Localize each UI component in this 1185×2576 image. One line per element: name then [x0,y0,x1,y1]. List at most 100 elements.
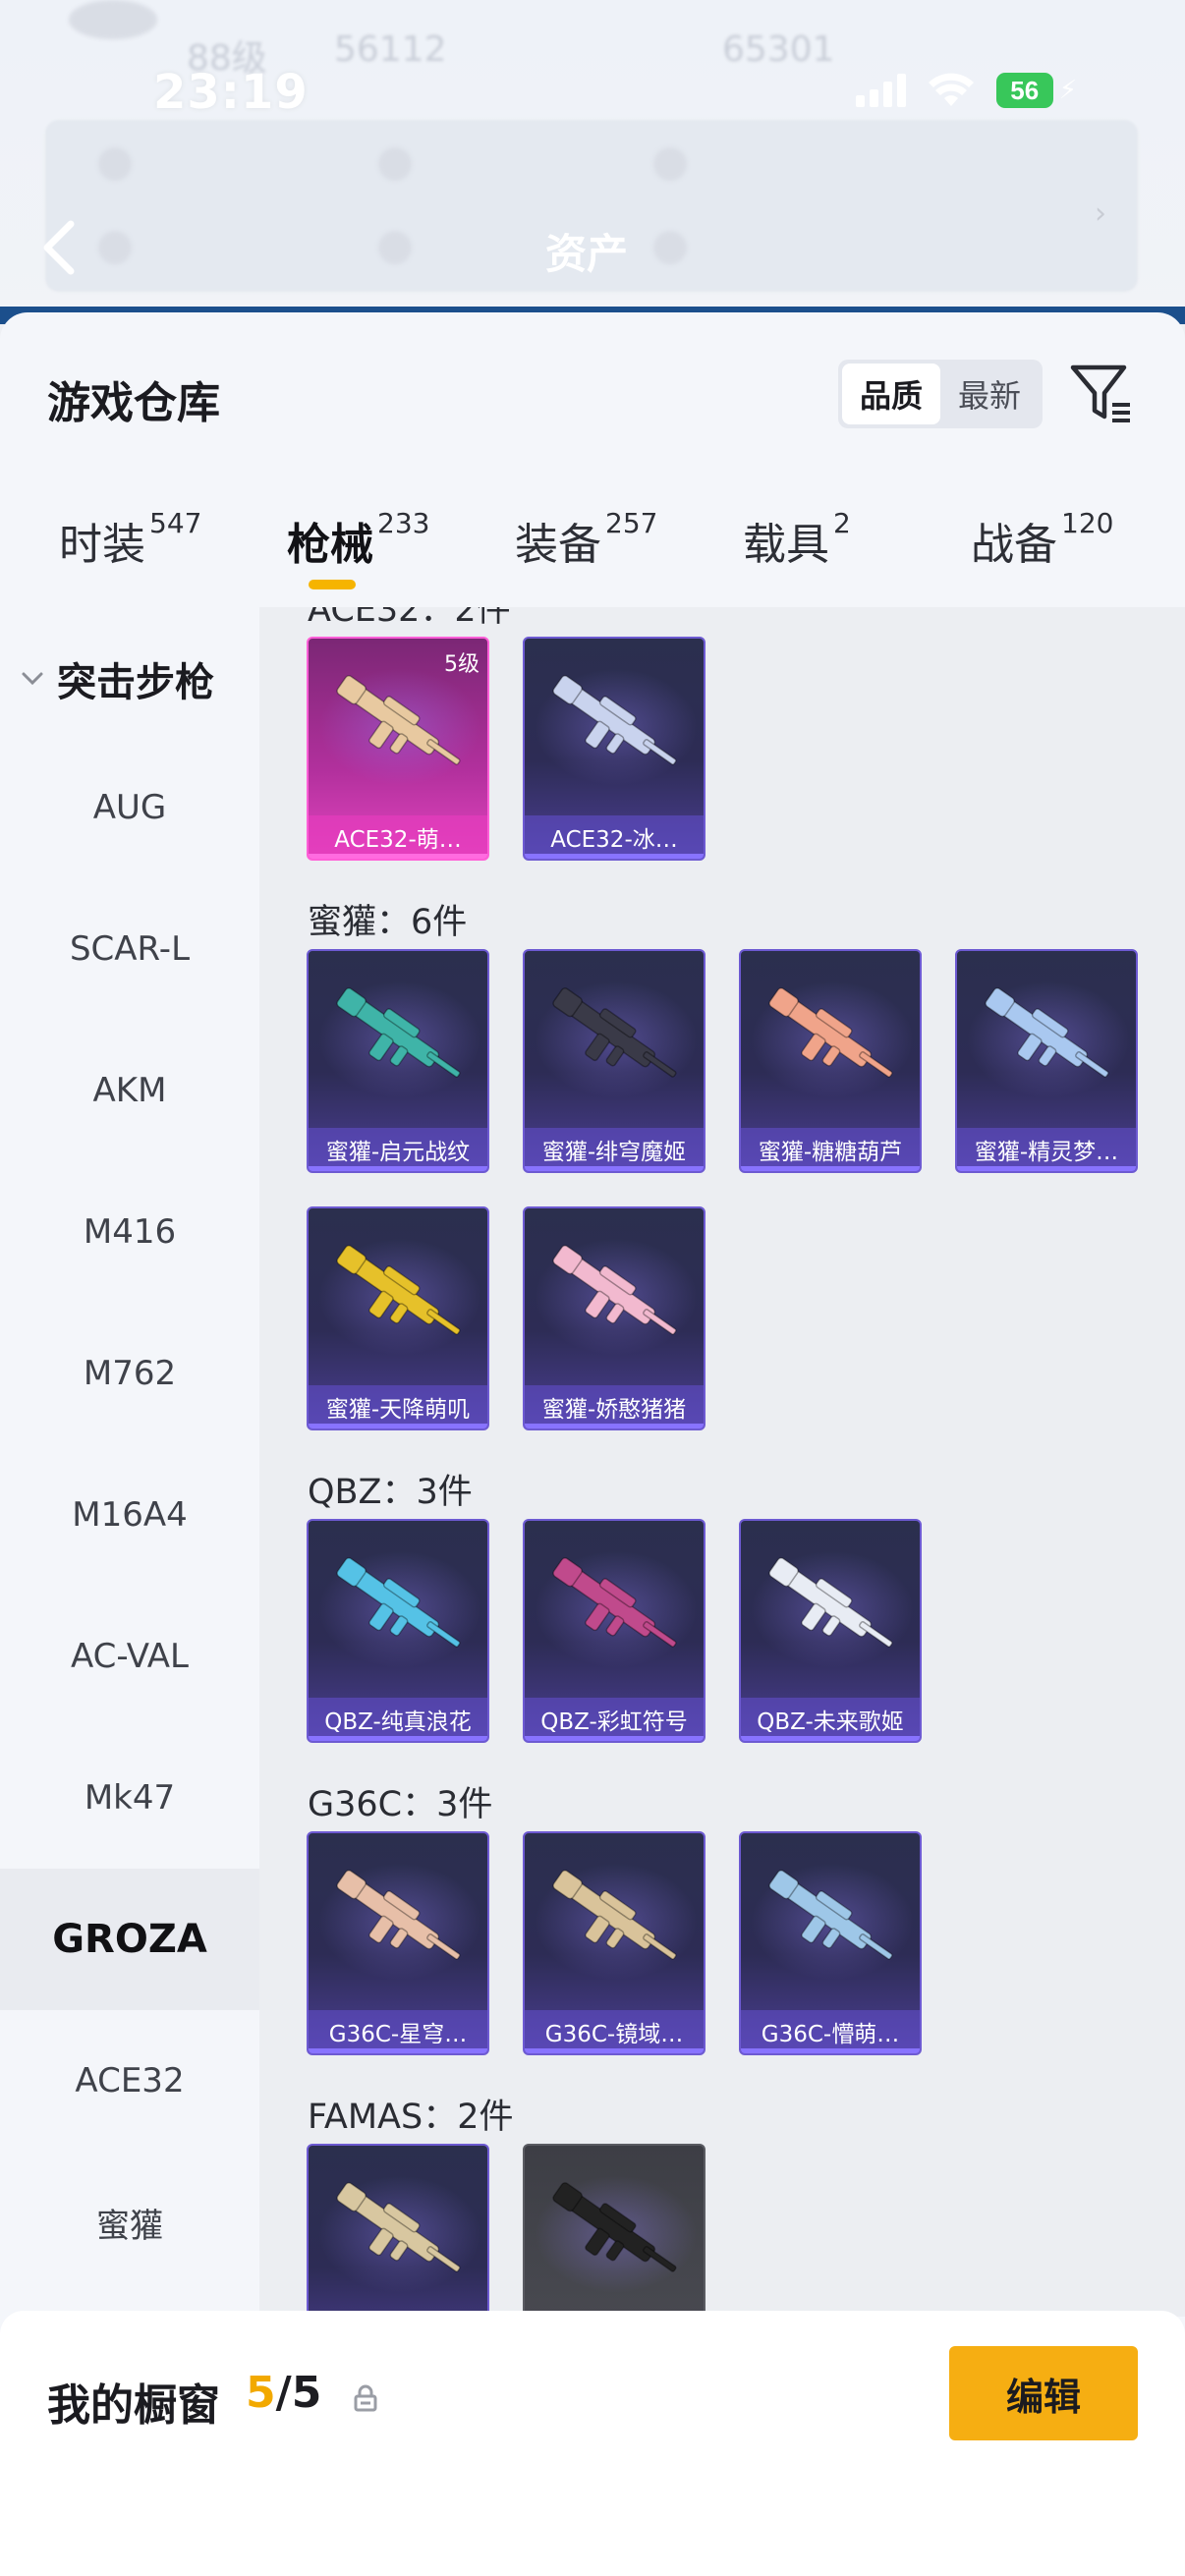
rifle-skin-icon [768,987,893,1078]
chevron-down-icon [22,672,43,686]
charging-bolt-icon: ⚡ [1058,76,1077,105]
filter-icon[interactable] [1069,362,1134,426]
sidebar-group-label: 突击步枪 [57,660,214,705]
rifle-skin-icon [768,1557,893,1648]
sidebar-group-assault-rifles[interactable]: 突击步枪 [20,650,214,707]
bg-coins-text: 56112 [334,29,447,70]
skin-name: G36C-星穹… [309,2010,487,2053]
tab-label: 载具 [743,520,829,570]
sort-quality-button[interactable]: 品质 [842,364,940,424]
showcase-bar: 我的橱窗 5/5 编辑 [0,2311,1185,2576]
weapon-skin-card[interactable]: 蜜獾-精灵梦… [955,949,1138,1173]
skin-name: 蜜獾-启元战纹 [309,1128,487,1171]
weapon-skin-card[interactable]: QBZ-未来歌姬 [739,1519,922,1743]
tab-label: 枪械 [287,520,373,570]
tab-label: 战备 [971,520,1057,570]
weapon-skin-grid: ACE32：2件 5级 ACE32-萌… ACE32-冰… 蜜獾：6件 蜜獾-启元战纹 蜜獾… [259,607,1185,2317]
asset-icon-faded [98,147,132,181]
weapon-skin-card[interactable] [307,2144,489,2317]
weapon-skin-card[interactable]: 蜜獾-启元战纹 [307,949,489,1173]
tab-count: 547 [149,507,202,539]
lock-icon [354,2384,377,2412]
showcase-count: 5/5 [246,2368,321,2418]
weapon-skin-card[interactable]: ACE32-冰… [523,637,705,861]
showcase-total: 5 [291,2368,322,2418]
rifle-skin-icon [336,2182,461,2272]
skin-level-badge: 5级 [444,652,480,677]
sort-toggle: 品质 最新 [838,360,1043,428]
rifle-skin-icon [552,1245,677,1335]
weapon-type-sidebar: 突击步枪 AUG SCAR-L AKM M416 M762 M16A4 AC-VAL Mk47… [0,607,259,2336]
showcase-separator: / [275,2368,292,2418]
card-rarity-bar [525,1166,704,1171]
tab-label: 时装 [59,520,145,570]
wifi-icon [928,73,974,106]
bg-score-text: 65301 [722,29,835,70]
tab-firearms[interactable]: 枪械 233 [287,507,430,572]
sidebar-item[interactable]: AC-VAL [0,1586,259,1727]
back-arrow-icon[interactable] [39,218,79,277]
skin-name: QBZ-未来歌姬 [741,1698,920,1741]
tab-count: 120 [1061,507,1114,539]
rifle-skin-icon [336,1557,461,1648]
tab-count: 233 [377,507,430,539]
cellular-signal-icon [855,74,906,107]
rank-emblem-faded [69,0,157,39]
card-rarity-bar [525,854,704,859]
card-rarity-bar [525,2048,704,2053]
tab-supplies[interactable]: 战备 120 [971,507,1114,572]
sidebar-item[interactable]: M762 [0,1303,259,1444]
weapon-skin-card[interactable]: 5级 ACE32-萌… [307,637,489,861]
weapon-skin-card[interactable]: QBZ-彩虹符号 [523,1519,705,1743]
warehouse-title: 游戏仓库 [47,378,220,428]
sidebar-item[interactable]: ACE32 [0,2010,259,2152]
sidebar-item[interactable]: M16A4 [0,1444,259,1586]
weapon-skin-card[interactable]: 蜜獾-绯穹魔姬 [523,949,705,1173]
section-title: QBZ：3件 [308,1473,473,1512]
battery-icon: 56 [995,73,1053,108]
sidebar-item[interactable]: 蜜獾 [0,2152,259,2293]
weapon-skin-card[interactable] [523,2144,705,2317]
weapon-skin-card[interactable]: 蜜獾-娇憨猪猪 [523,1206,705,1430]
rifle-skin-icon [336,675,461,765]
sort-newest-button[interactable]: 最新 [940,364,1039,424]
card-rarity-bar [741,1166,920,1171]
rifle-skin-icon [552,2182,677,2272]
rifle-skin-icon [336,987,461,1078]
showcase-current: 5 [246,2368,276,2418]
tab-equipment[interactable]: 装备 257 [515,507,658,572]
weapon-skin-card[interactable]: G36C-镜域… [523,1831,705,2055]
sidebar-item[interactable]: AUG [0,737,259,878]
card-rarity-bar [741,2048,920,2053]
edit-showcase-button[interactable]: 编辑 [949,2346,1138,2440]
card-rarity-bar [309,2048,487,2053]
weapon-skin-card[interactable]: 蜜獾-糖糖葫芦 [739,949,922,1173]
skin-name: 蜜獾-绯穹魔姬 [525,1128,704,1171]
tab-vehicles[interactable]: 载具 2 [743,507,851,572]
weapon-skin-card[interactable]: QBZ-纯真浪花 [307,1519,489,1743]
asset-header-background: 88级 56112 65301 › 23:19 56 ⚡ 资产 [0,0,1185,324]
section-title: 蜜獾：6件 [308,903,468,942]
tab-outfits[interactable]: 时装 547 [59,507,202,572]
skin-name: G36C-镜域… [525,2010,704,2053]
weapon-skin-card[interactable]: G36C-懵萌… [739,1831,922,2055]
rifle-skin-icon [552,1870,677,1960]
asset-icon-faded [378,147,412,181]
chevron-right-icon: › [1095,196,1106,231]
skin-name: QBZ-纯真浪花 [309,1698,487,1741]
sidebar-item[interactable]: Mk47 [0,1727,259,1869]
sidebar-item[interactable]: SCAR-L [0,878,259,1020]
card-rarity-bar [957,1166,1136,1171]
card-rarity-bar [525,1736,704,1741]
sidebar-item[interactable]: M416 [0,1161,259,1303]
weapon-skin-card[interactable]: 蜜獾-天降萌叽 [307,1206,489,1430]
sidebar-item[interactable]: GROZA [0,1869,259,2010]
skin-name: QBZ-彩虹符号 [525,1698,704,1741]
sidebar-item[interactable]: AKM [0,1020,259,1161]
card-rarity-bar [309,1166,487,1171]
card-rarity-bar [309,1424,487,1428]
weapon-skin-card[interactable]: G36C-星穹… [307,1831,489,2055]
rifle-skin-icon [552,675,677,765]
tab-count: 257 [605,507,658,539]
page-title: 资产 [545,230,629,278]
